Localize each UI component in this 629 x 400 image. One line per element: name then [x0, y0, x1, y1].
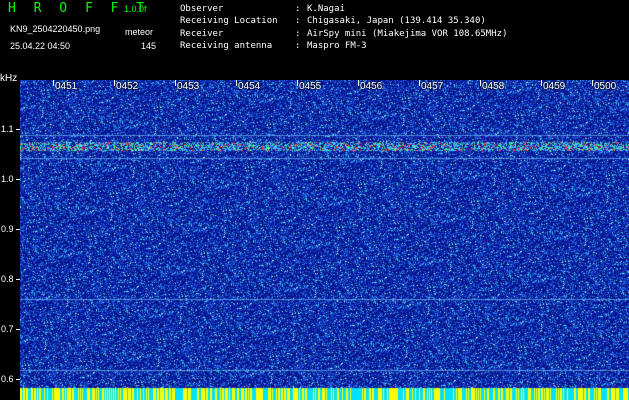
y-tick-label: 0.8 — [1, 274, 14, 284]
x-tick-label: 0451 — [55, 81, 78, 92]
mode-label: meteor — [125, 27, 154, 37]
y-tick-label: 0.9 — [1, 224, 14, 234]
x-tick-mark — [358, 80, 359, 86]
x-tick-label: 0459 — [543, 81, 566, 92]
x-tick-label: 0455 — [299, 81, 322, 92]
info-row-antenna: Receiving antenna: Maspro FM-3 — [180, 40, 507, 52]
spectrogram-canvas[interactable] — [20, 80, 629, 400]
info-separator: : — [295, 16, 301, 27]
info-row-observer: Observer: K.Nagai — [180, 3, 507, 15]
x-tick-label: 0456 — [360, 81, 383, 92]
x-tick-mark — [419, 80, 420, 86]
y-tick-label: 0.7 — [1, 324, 14, 334]
info-separator: : — [295, 40, 301, 51]
info-key: Receiver — [180, 28, 224, 39]
info-separator: : — [295, 28, 301, 39]
y-tick-label: 0.6 — [1, 374, 14, 384]
station-info: Observer: K.Nagai Receiving Location: Chig… — [180, 3, 507, 52]
y-tick-label: 1.0 — [1, 174, 14, 184]
info-row-location: Receiving Location: Chigasaki, Japan (139… — [180, 15, 507, 27]
app-version: 1.0.0f — [124, 4, 147, 14]
info-separator: : — [295, 4, 301, 14]
x-tick-label: 0500 — [594, 81, 617, 92]
spectrogram-plot[interactable] — [20, 80, 629, 400]
x-tick-label: 0453 — [177, 81, 200, 92]
info-value: AirSpy mini (Miakejima VOR 108.65MHz) — [307, 28, 508, 39]
x-tick-mark — [53, 80, 54, 86]
y-tick-label: 1.1 — [1, 124, 14, 134]
info-row-receiver: Receiver: AirSpy mini (Miakejima VOR 108.… — [180, 28, 507, 40]
x-tick-mark — [541, 80, 542, 86]
timestamp: 25.04.22 04:50 — [10, 41, 71, 51]
file-name: KN9_2504220450.png — [10, 24, 101, 34]
info-key: Receiving Location — [180, 16, 278, 27]
x-tick-mark — [592, 80, 593, 86]
x-tick-label: 0454 — [238, 81, 261, 92]
x-tick-mark — [480, 80, 481, 86]
x-tick-label: 0457 — [421, 81, 444, 92]
info-value: Maspro FM-3 — [307, 40, 367, 51]
count-value: 145 — [141, 41, 157, 51]
x-tick-mark — [114, 80, 115, 86]
x-tick-label: 0458 — [482, 81, 505, 92]
y-axis: 1.1 1.0 0.9 0.8 0.7 0.6 — [0, 80, 21, 400]
x-tick-mark — [175, 80, 176, 86]
info-value: K.Nagai — [307, 4, 345, 14]
info-value: Chigasaki, Japan (139.414 35.340) — [307, 16, 486, 27]
info-key: Observer — [180, 4, 224, 14]
x-tick-mark — [297, 80, 298, 86]
header-panel: H R O F F T 1.0.0f KN9_2504220450.png me… — [0, 0, 629, 76]
x-tick-label: 0452 — [116, 81, 139, 92]
x-tick-mark — [236, 80, 237, 86]
info-key: Receiving antenna — [180, 40, 273, 51]
